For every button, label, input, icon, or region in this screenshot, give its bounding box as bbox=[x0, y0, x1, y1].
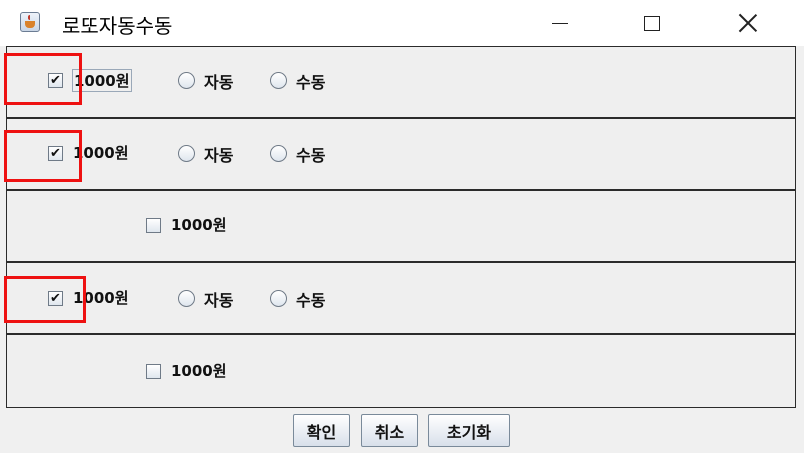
row-2-auto-radio[interactable] bbox=[178, 145, 195, 162]
button-bar: 확인 취소 초기화 bbox=[0, 408, 804, 453]
window-title: 로또자동수동 bbox=[62, 14, 173, 38]
highlight-box-1 bbox=[4, 53, 82, 105]
java-app-icon bbox=[20, 12, 40, 32]
row-4-auto-radio[interactable] bbox=[178, 290, 195, 307]
cancel-button[interactable]: 취소 bbox=[361, 414, 418, 447]
lotto-row-5: 1000원 bbox=[6, 334, 796, 408]
minimize-button[interactable] bbox=[530, 0, 590, 46]
row-5-price-label[interactable]: 1000원 bbox=[171, 360, 227, 381]
highlight-box-2 bbox=[4, 130, 82, 182]
minimize-icon bbox=[552, 22, 568, 24]
lotto-row-2: ✔ 1000원 자동 수동 bbox=[6, 118, 796, 190]
row-4-auto-label[interactable]: 자동 bbox=[204, 287, 233, 311]
row-3-checkbox[interactable] bbox=[146, 218, 161, 233]
reset-button[interactable]: 초기화 bbox=[428, 414, 510, 447]
lotto-row-4: ✔ 1000원 자동 수동 bbox=[6, 262, 796, 334]
title-bar: 로또자동수동 bbox=[0, 0, 804, 46]
lotto-row-1: ✔ 1000원 자동 수동 bbox=[6, 46, 796, 118]
close-button[interactable] bbox=[718, 0, 778, 46]
row-1-manual-radio[interactable] bbox=[270, 72, 287, 89]
row-2-auto-label[interactable]: 자동 bbox=[204, 142, 233, 166]
row-1-manual-label[interactable]: 수동 bbox=[296, 69, 325, 93]
highlight-box-3 bbox=[4, 276, 86, 323]
lotto-rows: ✔ 1000원 자동 수동 ✔ 1000원 자동 수동 1000원 ✔ 1000… bbox=[6, 46, 796, 408]
row-1-auto-radio[interactable] bbox=[178, 72, 195, 89]
lotto-row-3: 1000원 bbox=[6, 190, 796, 262]
close-icon bbox=[738, 13, 758, 33]
row-3-price-label[interactable]: 1000원 bbox=[171, 214, 227, 235]
row-1-auto-label[interactable]: 자동 bbox=[204, 69, 233, 93]
app-window: 로또자동수동 ✔ 1000원 자동 수동 ✔ 1000원 자동 수동 1000원… bbox=[0, 0, 804, 453]
row-4-manual-radio[interactable] bbox=[270, 290, 287, 307]
row-5-checkbox[interactable] bbox=[146, 364, 161, 379]
row-2-manual-label[interactable]: 수동 bbox=[296, 142, 325, 166]
maximize-button[interactable] bbox=[622, 0, 682, 46]
row-2-manual-radio[interactable] bbox=[270, 145, 287, 162]
row-4-manual-label[interactable]: 수동 bbox=[296, 287, 325, 311]
confirm-button[interactable]: 확인 bbox=[293, 414, 350, 447]
maximize-icon bbox=[644, 15, 660, 31]
